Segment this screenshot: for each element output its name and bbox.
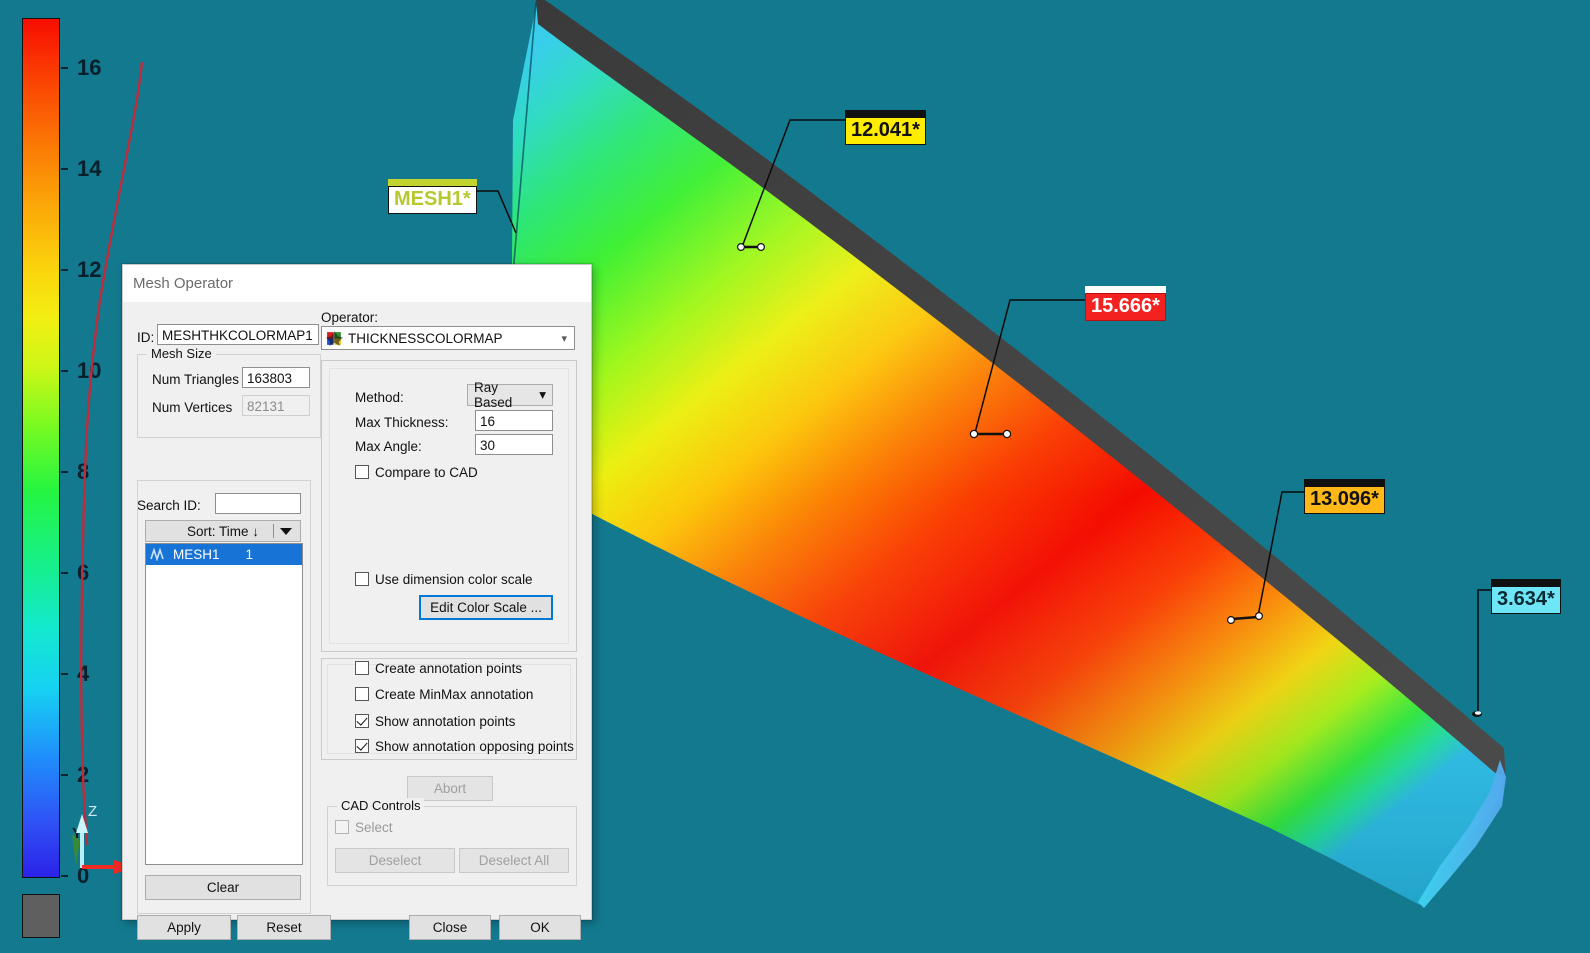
cad-select-checkbox — [335, 820, 349, 834]
method-label: Method: — [355, 390, 404, 405]
color-scale-tick — [61, 774, 68, 777]
use-dimension-color-scale-label: Use dimension color scale — [375, 572, 533, 587]
annotation-accent-bar — [1491, 579, 1561, 586]
annotation-value: 12.041* — [845, 117, 926, 145]
chevron-down-icon: ▾ — [539, 387, 546, 402]
annotation-value: MESH1* — [388, 186, 477, 214]
color-scale-tick-label: 4 — [77, 661, 90, 687]
3d-viewport[interactable]: 0 2 4 6 8 10 12 14 16 Y Z MESH1* 12.041* 15.666* 13… — [0, 0, 1590, 953]
operator-value: THICKNESSCOLORMAP — [348, 330, 503, 346]
deselect-all-button: Deselect All — [459, 848, 569, 873]
color-scale-tick-label: 12 — [77, 257, 102, 283]
num-triangles-value[interactable]: 163803 — [242, 367, 310, 388]
annotation-value: 15.666* — [1085, 293, 1166, 321]
show-annotation-points-label: Show annotation points — [375, 714, 516, 729]
deselect-button: Deselect — [335, 848, 455, 873]
chevron-down-icon: ▾ — [561, 332, 567, 345]
num-vertices-label: Num Vertices — [152, 400, 233, 415]
num-vertices-value: 82131 — [242, 395, 310, 416]
mesh-name-label[interactable]: MESH1* — [388, 179, 477, 214]
thickness-label-4[interactable]: 3.634* — [1491, 579, 1561, 614]
color-scale-tick — [61, 269, 68, 272]
show-annotation-opposing-points-label: Show annotation opposing points — [375, 739, 574, 754]
create-minmax-annotation-label: Create MinMax annotation — [375, 687, 534, 702]
id-label: ID: — [137, 330, 155, 345]
dialog-title: Mesh Operator — [133, 274, 234, 292]
cad-select-row: Select — [335, 820, 393, 835]
num-triangles-label: Num Triangles — [152, 372, 240, 387]
annotation-value: 13.096* — [1304, 486, 1385, 514]
show-annotation-points-row[interactable]: Show annotation points — [355, 714, 515, 729]
max-thickness-input[interactable]: 16 — [475, 410, 553, 431]
mesh-size-group: Mesh Size Num Triangles 163803 Num Verti… — [137, 346, 321, 438]
cad-select-label: Select — [355, 820, 393, 835]
color-scale-tick-label: 16 — [77, 55, 102, 81]
apply-button[interactable]: Apply — [137, 915, 231, 940]
mesh-surface-shading — [512, 2, 1505, 905]
color-scale-tick-label: 6 — [77, 560, 90, 586]
show-annotation-points-checkbox[interactable] — [355, 714, 369, 728]
compare-to-cad-row[interactable]: Compare to CAD — [355, 465, 478, 480]
max-angle-label: Max Angle: — [355, 439, 422, 454]
color-scale-tick — [61, 572, 68, 575]
annotation-accent-bar — [845, 110, 926, 117]
create-annotation-points-checkbox[interactable] — [355, 661, 369, 675]
thickness-label-2[interactable]: 15.666* — [1085, 286, 1166, 321]
color-scale-tick-label: 8 — [77, 459, 90, 485]
annotation-accent-bar — [1304, 479, 1385, 486]
color-scale-tick-label: 2 — [77, 762, 90, 788]
method-value: Ray Based — [474, 380, 513, 410]
reset-button[interactable]: Reset — [237, 915, 331, 940]
thickness-label-3[interactable]: 13.096* — [1304, 479, 1385, 514]
close-button[interactable]: Close — [409, 915, 491, 940]
edit-color-scale-button[interactable]: Edit Color Scale ... — [419, 595, 553, 620]
create-minmax-annotation-checkbox[interactable] — [355, 687, 369, 701]
create-annotation-points-label: Create annotation points — [375, 661, 523, 676]
compare-to-cad-checkbox[interactable] — [355, 465, 369, 479]
color-scale-below-range-swatch — [22, 894, 60, 938]
ok-button[interactable]: OK — [499, 915, 581, 940]
color-scale-tick — [61, 673, 68, 676]
cad-controls-title: CAD Controls — [337, 798, 425, 813]
operator-select[interactable]: THICKNESSCOLORMAP ▾ — [321, 326, 575, 350]
operator-icon — [326, 330, 343, 346]
mesh-size-group-title: Mesh Size — [147, 346, 216, 361]
color-scale-tick — [61, 471, 68, 474]
create-minmax-annotation-row[interactable]: Create MinMax annotation — [355, 687, 533, 702]
mesh-list-group — [137, 480, 311, 914]
show-annotation-opposing-points-row[interactable]: Show annotation opposing points — [355, 739, 574, 754]
color-scale-tick — [61, 168, 68, 171]
color-scale-tick — [61, 67, 68, 70]
color-scale-gradient — [22, 18, 60, 878]
use-dimension-color-scale-checkbox[interactable] — [355, 572, 369, 586]
id-input[interactable]: MESHTHKCOLORMAP1 — [157, 324, 319, 345]
dialog-titlebar[interactable]: Mesh Operator — [123, 265, 591, 302]
create-annotation-points-row[interactable]: Create annotation points — [355, 661, 522, 676]
use-dimension-color-scale-row[interactable]: Use dimension color scale — [355, 572, 533, 587]
color-scale-tick — [61, 370, 68, 373]
color-scale[interactable]: 0 2 4 6 8 10 12 14 16 — [22, 18, 101, 938]
operator-label: Operator: — [321, 310, 379, 325]
max-angle-input[interactable]: 30 — [475, 434, 553, 455]
annotation-accent-bar — [388, 179, 477, 186]
cad-controls-group: CAD Controls — [327, 798, 577, 886]
annotation-accent-bar — [1085, 286, 1166, 293]
annotation-value: 3.634* — [1491, 586, 1561, 614]
compare-to-cad-label: Compare to CAD — [375, 465, 478, 480]
mesh-operator-dialog[interactable]: Mesh Operator ID: MESHTHKCOLORMAP1 Opera… — [122, 264, 592, 940]
show-annotation-opposing-points-checkbox[interactable] — [355, 739, 369, 753]
max-thickness-label: Max Thickness: — [355, 415, 449, 430]
method-select[interactable]: Ray Based ▾ — [467, 380, 553, 410]
axis-z-label: Z — [88, 803, 97, 820]
color-scale-tick-label: 10 — [77, 358, 102, 384]
thickness-label-1[interactable]: 12.041* — [845, 110, 926, 145]
clear-button[interactable]: Clear — [145, 875, 301, 900]
color-scale-tick-label: 14 — [77, 156, 102, 182]
